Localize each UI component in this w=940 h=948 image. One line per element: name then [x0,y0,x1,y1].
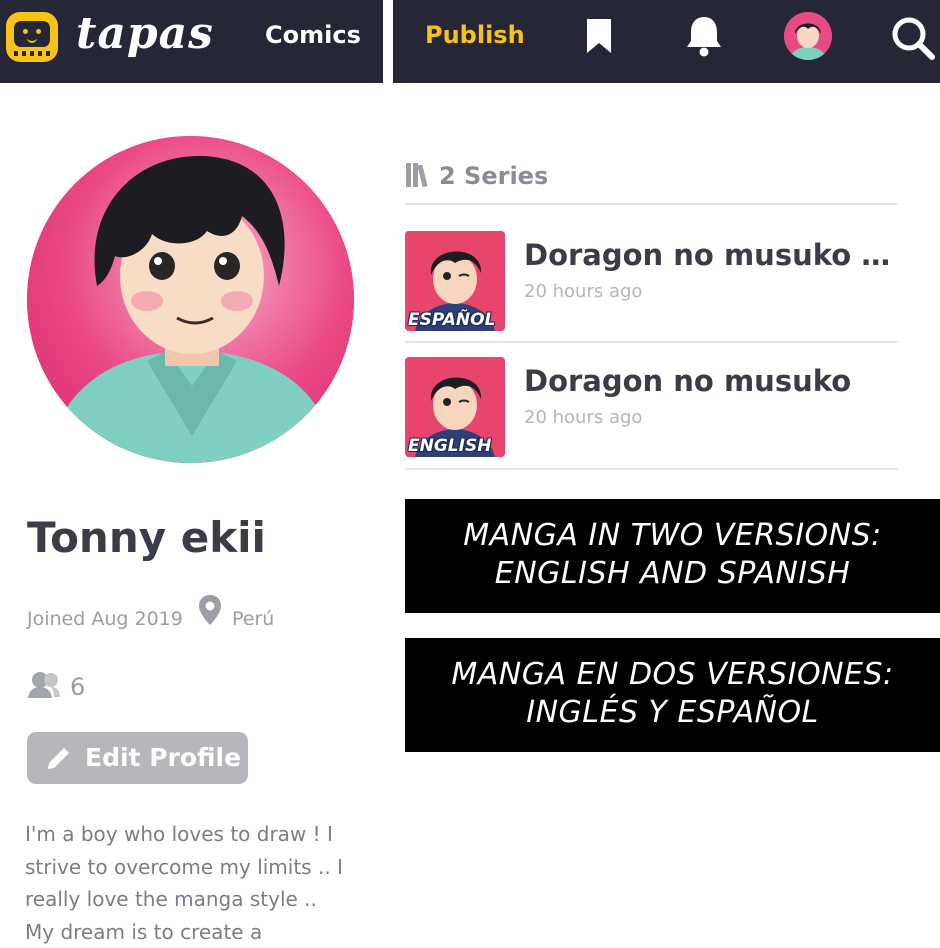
search-icon[interactable] [890,15,936,61]
bookmark-icon[interactable] [586,18,612,54]
series-language-tag: ESPAÑOL [408,310,496,330]
series-title[interactable]: Doragon no musuko [524,364,896,398]
series-item[interactable]: ENGLISH Doragon no musuko 20 hours ago [405,357,898,462]
series-title[interactable]: Doragon no musuko - … [524,238,896,272]
subscribers-icon [28,672,60,698]
tapas-logo-icon[interactable] [6,12,58,62]
series-language-tag: ENGLISH [408,436,492,456]
profile-bio: I'm a boy who loves to draw ! I strive t… [25,822,343,944]
nav-comics-link[interactable]: Comics [265,21,361,49]
banner-line: INGLÉS Y ESPAÑOL [526,695,819,730]
divider [405,341,898,343]
banner-line: MANGA IN TWO VERSIONS: [463,518,882,553]
edit-profile-label: Edit Profile [85,743,242,772]
location-pin-icon [199,595,221,625]
library-icon [406,163,428,188]
series-item[interactable]: ESPAÑOL Doragon no musuko - … 20 hours a… [405,231,898,336]
tapas-wordmark[interactable]: tapas [76,8,214,59]
promo-banner-spanish: MANGA EN DOS VERSIONES: INGLÉS Y ESPAÑOL [405,638,940,752]
joined-date: Joined Aug 2019 [27,608,183,630]
bell-icon[interactable] [684,14,724,58]
series-count: 2 Series [439,162,549,190]
series-updated-time: 20 hours ago [524,407,643,428]
nav-publish-link[interactable]: Publish [425,21,525,49]
avatar-icon[interactable] [784,12,832,60]
location-text: Perú [232,608,275,630]
profile-avatar [27,136,354,463]
subscriber-count: 6 [70,673,86,701]
banner-line: ENGLISH AND SPANISH [494,556,851,591]
promo-banner-english: MANGA IN TWO VERSIONS: ENGLISH AND SPANI… [405,499,940,613]
series-updated-time: 20 hours ago [524,281,643,302]
pencil-icon [48,745,72,769]
series-thumbnail: ENGLISH [405,357,505,457]
divider [405,468,898,470]
top-nav-left: tapas Comics [0,0,383,83]
banner-line: MANGA EN DOS VERSIONES: [451,657,894,692]
series-thumbnail: ESPAÑOL [405,231,505,331]
divider [405,203,898,205]
profile-username: Tonny ekii [27,513,266,562]
edit-profile-button[interactable]: Edit Profile [27,732,248,784]
